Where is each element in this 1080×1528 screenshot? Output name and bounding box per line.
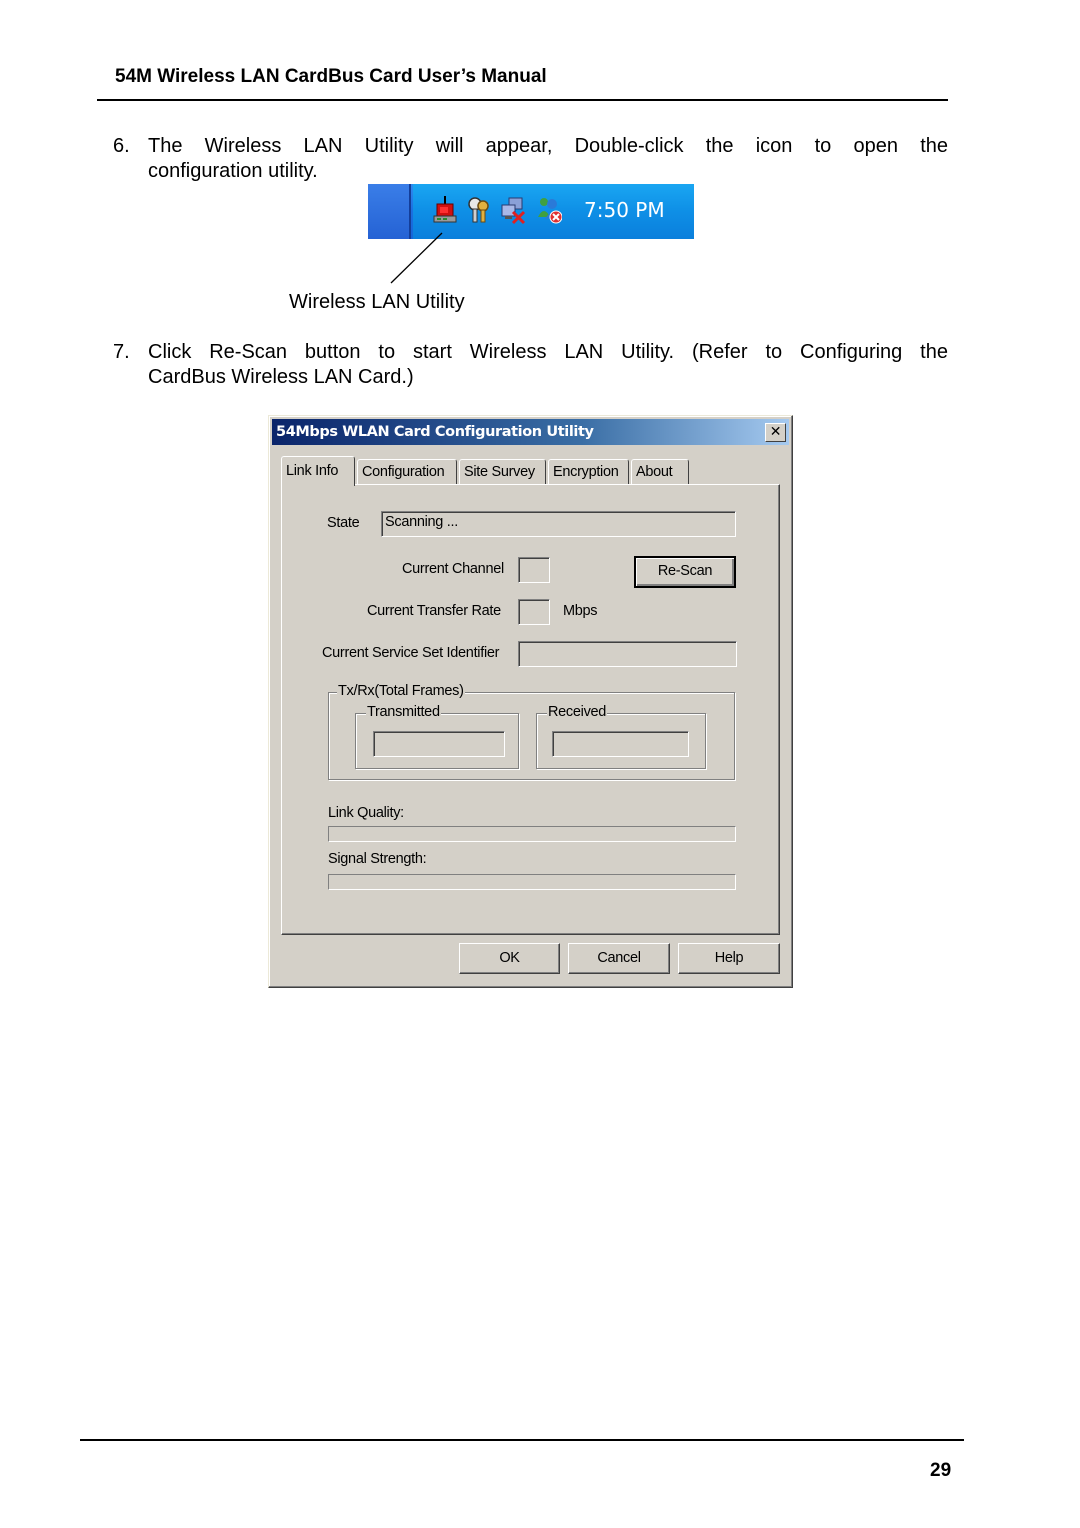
state-field: Scanning ...: [381, 511, 736, 537]
current-channel-field: [518, 557, 550, 583]
rescan-label: Re-Scan: [657, 563, 713, 579]
state-label: State: [327, 515, 360, 531]
close-icon: ✕: [769, 424, 782, 440]
cancel-button[interactable]: Cancel: [568, 943, 670, 974]
current-channel-label: Current Channel: [402, 561, 504, 577]
received-label: Received: [547, 704, 608, 721]
help-label: Help: [714, 950, 744, 966]
footer-divider: [80, 1439, 964, 1441]
current-transfer-rate-field: [518, 599, 550, 625]
tab-site-survey[interactable]: Site Survey: [459, 459, 546, 485]
tab-label: About: [636, 464, 673, 480]
close-button[interactable]: ✕: [765, 423, 786, 442]
ok-button[interactable]: OK: [459, 943, 560, 974]
wlan-config-dialog: 54Mbps WLAN Card Configuration Utility ✕…: [268, 415, 793, 988]
callout-pointer-line: [390, 232, 443, 284]
link-quality-bar: [328, 826, 736, 842]
help-button[interactable]: Help: [678, 943, 780, 974]
step-text-line1: Click Re-Scan button to start Wireless L…: [148, 341, 948, 363]
transmitted-label: Transmitted: [366, 704, 441, 721]
tab-label: Link Info: [286, 463, 339, 479]
dialog-title: 54Mbps WLAN Card Configuration Utility: [276, 424, 594, 440]
txrx-group-label: Tx/Rx(Total Frames): [337, 683, 465, 700]
ssid-label: Current Service Set Identifier: [322, 645, 500, 661]
received-field: [552, 731, 689, 757]
signal-strength-bar: [328, 874, 736, 890]
current-transfer-rate-label: Current Transfer Rate: [367, 603, 501, 619]
ok-label: OK: [499, 950, 520, 966]
tab-label: Site Survey: [464, 464, 535, 480]
tab-configuration[interactable]: Configuration: [357, 459, 457, 485]
tab-label: Encryption: [553, 464, 619, 480]
rescan-button[interactable]: Re-Scan: [634, 556, 736, 588]
step-text-line2: CardBus Wireless LAN Card.): [148, 366, 414, 388]
ssid-field: [518, 641, 737, 667]
transmitted-field: [373, 731, 505, 757]
tab-link-info[interactable]: Link Info: [281, 456, 355, 486]
dialog-titlebar[interactable]: 54Mbps WLAN Card Configuration Utility ✕: [272, 419, 789, 445]
page-number: 29: [930, 1460, 952, 1481]
transfer-rate-unit: Mbps: [563, 603, 598, 619]
step-number: 7.: [113, 341, 130, 363]
link-quality-label: Link Quality:: [328, 805, 404, 821]
tab-label: Configuration: [362, 464, 445, 480]
cancel-label: Cancel: [597, 950, 641, 966]
callout-label: Wireless LAN Utility: [289, 291, 465, 313]
tab-about[interactable]: About: [631, 459, 689, 485]
signal-strength-label: Signal Strength:: [328, 851, 427, 867]
tab-encryption[interactable]: Encryption: [548, 459, 629, 485]
